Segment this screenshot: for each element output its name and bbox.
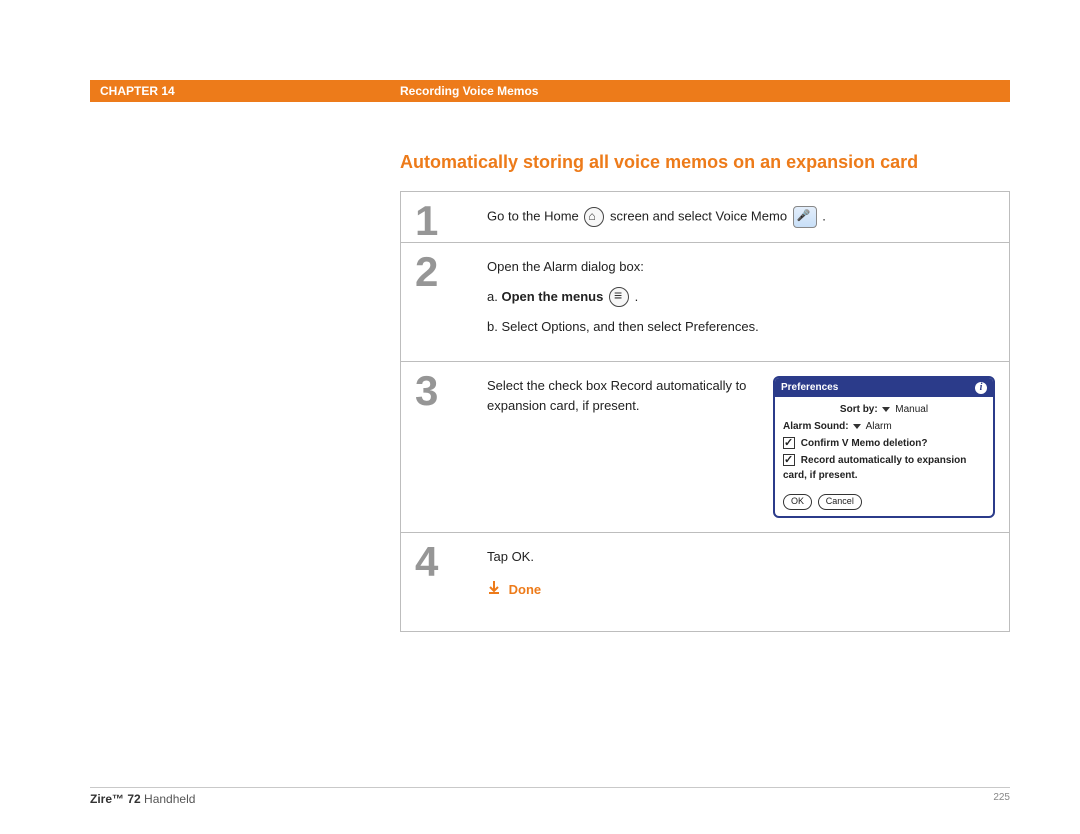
sortby-label: Sort by: (840, 404, 878, 415)
dialog-body: Sort by: Manual Alarm Sound: Alarm (775, 397, 993, 490)
header-bar: CHAPTER 14 Recording Voice Memos (90, 80, 1010, 102)
ok-button[interactable]: OK (783, 494, 812, 510)
dialog-title: Preferences (781, 380, 838, 395)
page: CHAPTER 14 Recording Voice Memos Automat… (0, 0, 1080, 632)
step-number: 3 (401, 362, 487, 532)
record-auto-label: Record automatically to expansion card, … (783, 455, 966, 481)
product-bold: Zire™ 72 (90, 792, 141, 806)
confirm-deletion-row: Confirm V Memo deletion? (783, 435, 985, 452)
chapter-label: CHAPTER 14 (90, 84, 400, 98)
content-area: Automatically storing all voice memos on… (90, 102, 1010, 632)
step-number: 1 (401, 192, 487, 242)
step-number: 2 (401, 243, 487, 361)
sortby-value: Manual (895, 404, 928, 415)
step-body: Go to the Home screen and select Voice M… (487, 192, 1009, 242)
dialog-titlebar: Preferences i (775, 378, 993, 397)
step3-text: Select the check box Record automaticall… (487, 376, 753, 518)
alarmsound-row: Alarm Sound: Alarm (783, 418, 985, 435)
step-1: 1 Go to the Home screen and select Voice… (401, 192, 1009, 243)
done-text: Done (509, 582, 542, 597)
step2-intro: Open the Alarm dialog box: (487, 257, 995, 277)
step-3: 3 Select the check box Record automatica… (401, 362, 1009, 533)
step-body: Open the Alarm dialog box: a. Open the m… (487, 243, 1009, 361)
done-indicator: Done (487, 580, 995, 600)
step-body: Tap OK. Done (487, 533, 1009, 631)
alarm-value: Alarm (866, 421, 892, 432)
section-title: Recording Voice Memos (400, 84, 1010, 98)
product-rest: Handheld (141, 792, 196, 806)
voice-memo-icon (793, 206, 817, 228)
info-icon[interactable]: i (975, 382, 987, 394)
step2-a-suffix: . (631, 289, 638, 304)
page-title: Automatically storing all voice memos on… (400, 152, 1010, 173)
step1-text-c: . (822, 208, 826, 223)
sortby-row: Sort by: Manual (783, 401, 985, 418)
step2-item-a: a. Open the menus . (487, 287, 995, 308)
cancel-button[interactable]: Cancel (818, 494, 862, 510)
preferences-dialog: Preferences i Sort by: Manual Alarm Soun… (773, 376, 995, 518)
alarm-label: Alarm Sound: (783, 421, 849, 432)
step1-text-b: screen and select Voice Memo (610, 208, 791, 223)
step-2: 2 Open the Alarm dialog box: a. Open the… (401, 243, 1009, 362)
done-arrow-icon (487, 580, 501, 600)
step4-text: Tap OK. (487, 547, 995, 567)
dialog-buttons: OK Cancel (775, 490, 993, 516)
home-icon (584, 207, 604, 227)
page-number: 225 (993, 792, 1010, 806)
checkbox-confirm-deletion[interactable] (783, 437, 795, 449)
menu-icon (609, 287, 629, 307)
step-4: 4 Tap OK. Done (401, 533, 1009, 631)
step2-item-b: b. Select Options, and then select Prefe… (487, 317, 995, 337)
confirm-deletion-label: Confirm V Memo deletion? (801, 438, 928, 449)
product-name: Zire™ 72 Handheld (90, 792, 195, 806)
step2-a-bold: Open the menus (501, 289, 603, 304)
step1-text-a: Go to the Home (487, 208, 582, 223)
step-body: Select the check box Record automaticall… (487, 362, 1009, 532)
step-number: 4 (401, 533, 487, 631)
dropdown-icon[interactable] (853, 424, 861, 429)
record-auto-row: Record automatically to expansion card, … (783, 452, 985, 484)
footer: Zire™ 72 Handheld 225 (90, 787, 1010, 806)
checkbox-record-auto[interactable] (783, 454, 795, 466)
dropdown-icon[interactable] (882, 407, 890, 412)
steps-container: 1 Go to the Home screen and select Voice… (400, 191, 1010, 632)
step2-a-prefix: a. (487, 289, 501, 304)
